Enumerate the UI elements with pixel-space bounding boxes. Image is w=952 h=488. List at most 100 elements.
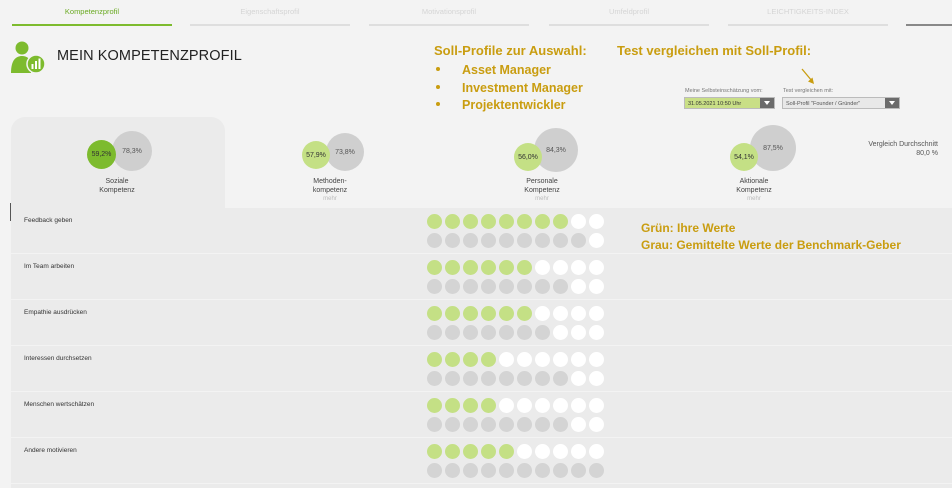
user-rating-dot-filled [445, 260, 460, 275]
table-row: Interessen durchsetzen [11, 346, 952, 391]
tab-label: Kompetenzprofil [64, 7, 120, 16]
benchmark-rating-dot-filled [535, 463, 550, 478]
rating-dot-empty [571, 214, 586, 229]
user-rating-dot-filled [463, 444, 478, 459]
tab-leichtigkeits-index[interactable]: LEICHTIGKEITS-INDEX [728, 6, 888, 26]
rating-dot-empty [589, 371, 604, 386]
person-chart-icon [11, 41, 46, 74]
rating-dot-empty [589, 233, 604, 248]
legend-user-values: Grün: Ihre Werte [641, 221, 736, 235]
list-item: Projektentwickler [436, 97, 583, 115]
competence-tab-methoden[interactable]: 73,8% 57,9% Methoden- kompetenz mehr [285, 125, 385, 210]
tab-umfeldprofil[interactable]: Umfeldprofil [549, 6, 709, 26]
comparison-average-label: Vergleich Durchschnitt [868, 141, 938, 148]
skill-label: Im Team arbeiten [24, 263, 75, 270]
chevron-down-icon[interactable] [885, 98, 899, 108]
benchmark-rating-dot-filled [553, 233, 568, 248]
tab-motivationsprofil[interactable]: Motivationsprofil [369, 6, 529, 26]
soll-item-label: Projektentwickler [462, 98, 566, 112]
competence-name-line: Kompetenz [99, 187, 135, 194]
benchmark-rating-dot-filled [427, 279, 442, 294]
chevron-down-icon[interactable] [760, 98, 774, 108]
user-rating-dot-filled [463, 398, 478, 413]
benchmark-rating-dot-filled [481, 325, 496, 340]
benchmark-rating-dot-filled [571, 463, 586, 478]
benchmark-rating-dot-filled [553, 417, 568, 432]
user-rating-dot-filled [463, 352, 478, 367]
more-link[interactable]: mehr [709, 196, 799, 202]
list-item: Investment Manager [436, 80, 583, 98]
benchmark-circle: 73,8% [326, 133, 364, 171]
table-row: Im Team arbeiten [11, 254, 952, 299]
table-row: Empathie ausdrücken [11, 300, 952, 345]
self-assessment-value: 31.05.2021 10:50 Uhr [688, 101, 742, 107]
user-circle: 54,1% [730, 143, 758, 171]
soll-profile-title: Soll-Profile zur Auswahl: [434, 43, 587, 58]
tab-label: LEICHTIGKEITS-INDEX [767, 7, 849, 16]
table-row: Menschen wertschätzen [11, 392, 952, 437]
user-rating-dot-filled [481, 352, 496, 367]
benchmark-rating-dot-filled [481, 371, 496, 386]
rating-dot-empty [571, 417, 586, 432]
user-rating-dot-filled [427, 444, 442, 459]
competence-tab-soziale[interactable]: 78,3% 59,2% Soziale Kompetenz [72, 125, 172, 210]
rating-dot-empty [589, 306, 604, 321]
user-rating-dot-filled [463, 214, 478, 229]
benchmark-rating-dot-filled [499, 417, 514, 432]
benchmark-rating-dot-filled [535, 325, 550, 340]
skill-label: Interessen durchsetzen [24, 355, 92, 362]
list-item: Asset Manager [436, 62, 583, 80]
tab-kompetenzprofil[interactable]: Kompetenzprofil [12, 6, 172, 26]
more-link[interactable]: mehr [497, 196, 587, 202]
benchmark-rating-dot-filled [517, 371, 532, 386]
benchmark-rating-dot-filled [535, 417, 550, 432]
competence-name-line: kompetenz [312, 187, 348, 194]
benchmark-rating-dot-filled [427, 371, 442, 386]
benchmark-circle: 78,3% [112, 131, 152, 171]
user-circle: 59,2% [87, 140, 116, 169]
benchmark-rating-dot-filled [463, 233, 478, 248]
benchmark-rating-dot-filled [445, 325, 460, 340]
legend-benchmark-values: Grau: Gemittelte Werte der Benchmark-Geb… [641, 238, 901, 252]
competence-tab-aktionale[interactable]: 87,5% 54,1% Aktionale Kompetenz mehr [709, 125, 809, 210]
top-navigation: Kompetenzprofil Eigenschaftsprofil Motiv… [0, 0, 952, 26]
competence-name-line: Kompetenz [524, 187, 560, 194]
user-circle: 56,0% [514, 143, 542, 171]
benchmark-rating-dot-filled [535, 371, 550, 386]
benchmark-rating-dot-filled [517, 279, 532, 294]
rating-dot-empty [517, 352, 532, 367]
rating-dot-empty [553, 306, 568, 321]
competence-name: Personale Kompetenz [497, 177, 587, 195]
user-rating-dot-filled [427, 306, 442, 321]
user-rating-dot-filled [481, 306, 496, 321]
user-rating-dot-filled [499, 260, 514, 275]
soll-profile-list: Asset Manager Investment Manager Projekt… [436, 62, 583, 115]
benchmark-rating-dot-filled [481, 233, 496, 248]
skill-label: Andere motivieren [24, 447, 77, 454]
table-row: Andere motivieren [11, 438, 952, 483]
user-rating-dot-filled [535, 214, 550, 229]
rating-dot-empty [589, 398, 604, 413]
competence-name-line: Kompetenz [736, 187, 772, 194]
user-rating-dot-filled [445, 306, 460, 321]
benchmark-rating-dot-filled [553, 463, 568, 478]
benchmark-rating-dot-filled [463, 417, 478, 432]
benchmark-rating-dot-filled [499, 463, 514, 478]
tab-eigenschaftsprofil[interactable]: Eigenschaftsprofil [190, 6, 350, 26]
benchmark-rating-dot-filled [481, 463, 496, 478]
more-link[interactable]: mehr [285, 196, 375, 202]
tab-label: Motivationsprofil [421, 7, 477, 16]
tab-overflow-bar [906, 24, 952, 26]
competence-tab-personale[interactable]: 84,3% 56,0% Personale Kompetenz mehr [497, 125, 597, 210]
rating-dot-empty [499, 352, 514, 367]
benchmark-rating-dot-filled [427, 463, 442, 478]
compare-profile-select[interactable]: Soll-Profil "Founder / Gründer" [782, 97, 900, 109]
rating-dot-empty [553, 325, 568, 340]
page-title: MEIN KOMPETENZPROFIL [57, 48, 242, 64]
skill-label: Empathie ausdrücken [24, 309, 87, 316]
compare-profile-value: Soll-Profil "Founder / Gründer" [786, 101, 861, 107]
benchmark-rating-dot-filled [535, 233, 550, 248]
benchmark-rating-dot-filled [427, 325, 442, 340]
benchmark-rating-dot-filled [517, 463, 532, 478]
self-assessment-select[interactable]: 31.05.2021 10:50 Uhr [684, 97, 775, 109]
